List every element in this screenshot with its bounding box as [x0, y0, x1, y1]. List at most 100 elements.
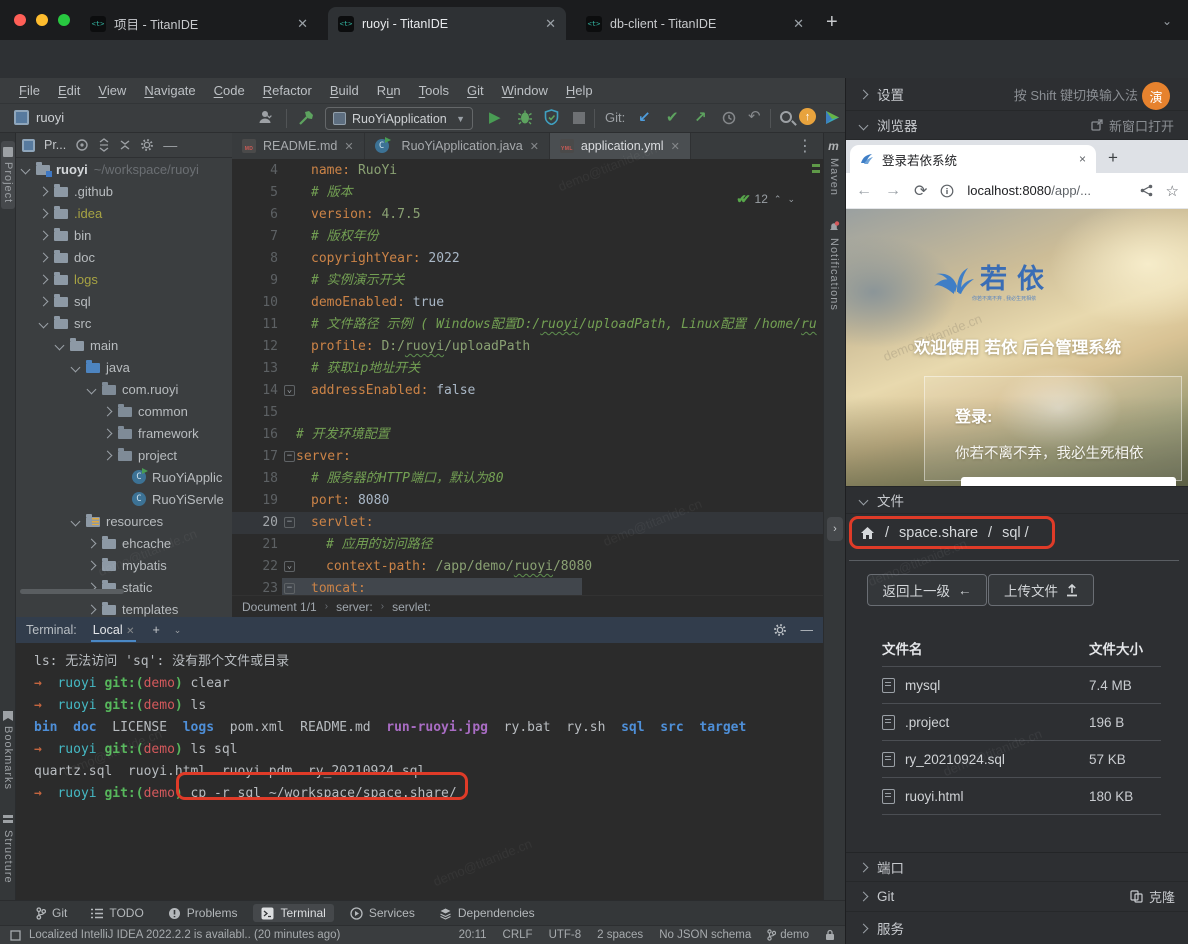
editor-line[interactable]: 4name: RuoYi: [232, 160, 823, 182]
terminal-gear-icon[interactable]: [773, 623, 787, 637]
chevron-right-icon[interactable]: [39, 208, 49, 218]
editor-line[interactable]: 7# 版权年份: [232, 226, 823, 248]
editor-tab[interactable]: CRuoYiApplication.java✕: [365, 133, 550, 159]
close-tab-icon[interactable]: ✕: [297, 16, 308, 32]
run-configuration-select[interactable]: RuoYiApplication ▼: [325, 107, 473, 130]
fold-marker-icon[interactable]: −: [284, 583, 295, 594]
chevron-right-icon[interactable]: [103, 406, 113, 416]
build-hammer-icon[interactable]: [298, 110, 315, 126]
breadcrumb-item[interactable]: Document 1/1: [242, 600, 317, 614]
table-row[interactable]: ry_20210924.sql57 KB: [882, 741, 1161, 778]
menu-run[interactable]: Run: [368, 83, 410, 98]
terminal-tab-local[interactable]: Local ✕: [91, 619, 137, 641]
editor-line[interactable]: 14⌄addressEnabled: false: [232, 380, 823, 402]
editor-line[interactable]: 8copyrightYear: 2022: [232, 248, 823, 270]
breadcrumb-item[interactable]: server:: [336, 600, 373, 614]
login-input-partial[interactable]: [961, 477, 1176, 486]
table-row[interactable]: mysql7.4 MB: [882, 667, 1161, 704]
editor-line[interactable]: 9# 实例演示开关: [232, 270, 823, 292]
tool-window-button-services[interactable]: Services: [342, 904, 423, 922]
mac-minimize-button[interactable]: [36, 14, 48, 26]
chevron-right-icon[interactable]: [103, 428, 113, 438]
stop-icon[interactable]: [573, 112, 585, 124]
editor-line[interactable]: 22⌄context-path: /app/demo/ruoyi/8080: [232, 556, 823, 578]
services-section-header[interactable]: 服务: [846, 912, 1188, 944]
tree-item[interactable]: common: [16, 400, 232, 422]
embedded-new-tab-button[interactable]: +: [1108, 148, 1118, 168]
horizontal-scrollbar[interactable]: [20, 589, 124, 594]
hide-terminal-icon[interactable]: —: [801, 623, 814, 637]
tree-item[interactable]: main: [16, 334, 232, 356]
close-tab-icon[interactable]: ✕: [530, 140, 539, 153]
mac-close-button[interactable]: [14, 14, 26, 26]
expand-all-icon[interactable]: [98, 138, 110, 152]
editor-body[interactable]: ✔✔ 12 ⌃ ⌄ 4name: RuoYi5# 版本6version: 4.7…: [232, 160, 823, 595]
tree-item[interactable]: project: [16, 444, 232, 466]
tool-window-tab-project[interactable]: Project: [1, 141, 15, 209]
search-everywhere-icon[interactable]: [780, 111, 792, 123]
tree-item[interactable]: .github: [16, 180, 232, 202]
ime-badge[interactable]: 演: [1142, 82, 1170, 110]
menu-refactor[interactable]: Refactor: [254, 83, 321, 98]
menu-help[interactable]: Help: [557, 83, 602, 98]
tree-item[interactable]: sql: [16, 290, 232, 312]
tool-window-button-terminal[interactable]: Terminal: [253, 904, 333, 922]
browser-section-header[interactable]: 浏览器 新窗口打开: [846, 111, 1188, 140]
gear-icon[interactable]: [140, 138, 154, 152]
editor-line[interactable]: 15: [232, 402, 823, 424]
editor-line[interactable]: 18# 服务器的HTTP端口，默认为80: [232, 468, 823, 490]
menu-edit[interactable]: Edit: [49, 83, 89, 98]
indent-setting[interactable]: 2 spaces: [597, 929, 643, 941]
user-icon[interactable]: [258, 109, 276, 125]
new-terminal-icon[interactable]: +: [152, 623, 159, 637]
browser-tab[interactable]: <t>项目 - TitanIDE✕: [80, 7, 318, 40]
git-commit-icon[interactable]: ✔: [666, 108, 679, 126]
tree-item[interactable]: java: [16, 356, 232, 378]
tree-item[interactable]: ehcache: [16, 532, 232, 554]
file-encoding[interactable]: UTF-8: [549, 929, 582, 941]
tree-item[interactable]: static: [16, 576, 232, 598]
browser-tab[interactable]: <t>db-client - TitanIDE✕: [576, 7, 814, 40]
share-icon[interactable]: [1140, 184, 1153, 197]
update-available-icon[interactable]: ↑: [799, 108, 816, 125]
tool-window-button-git[interactable]: Git: [28, 904, 75, 922]
reload-icon[interactable]: ⟳: [914, 181, 927, 201]
chevron-down-icon[interactable]: [87, 384, 97, 394]
clone-button[interactable]: 克隆: [1130, 887, 1175, 906]
fold-marker-icon[interactable]: −: [284, 517, 295, 528]
editor-line[interactable]: 13# 获取ip地址开关: [232, 358, 823, 380]
tree-item[interactable]: bin: [16, 224, 232, 246]
debug-bug-icon[interactable]: [517, 109, 533, 126]
project-widget[interactable]: ruoyi: [14, 110, 64, 125]
fold-marker-icon[interactable]: −: [284, 451, 295, 462]
editor-tabs-kebab-icon[interactable]: ⋮: [787, 136, 823, 156]
tool-window-tab-maven[interactable]: mMaven: [828, 139, 840, 196]
tree-item[interactable]: mybatis: [16, 554, 232, 576]
run-icon[interactable]: ▶: [489, 108, 501, 126]
editor-line[interactable]: 16# 开发环境配置: [232, 424, 823, 446]
lock-icon[interactable]: [825, 929, 835, 941]
mac-zoom-button[interactable]: [58, 14, 70, 26]
history-icon[interactable]: [722, 111, 736, 125]
profiler-icon[interactable]: [544, 109, 559, 125]
fold-arrow-icon[interactable]: ⌄: [284, 561, 295, 572]
chevron-right-icon[interactable]: [103, 450, 113, 460]
collapse-all-icon[interactable]: [119, 139, 131, 151]
new-tab-button[interactable]: +: [826, 12, 838, 32]
breadcrumb-item[interactable]: servlet:: [392, 600, 431, 614]
editor-line[interactable]: 6version: 4.7.5: [232, 204, 823, 226]
tree-item[interactable]: com.ruoyi: [16, 378, 232, 400]
menu-tools[interactable]: Tools: [410, 83, 458, 98]
menu-git[interactable]: Git: [458, 83, 493, 98]
forward-icon[interactable]: →: [885, 182, 901, 200]
chevron-right-icon[interactable]: [39, 252, 49, 262]
files-section-header[interactable]: 文件: [846, 486, 1188, 514]
git-push-icon[interactable]: ↗: [694, 108, 707, 126]
go-up-button[interactable]: 返回上一级←: [867, 574, 987, 606]
close-tab-icon[interactable]: ✕: [344, 140, 353, 153]
editor-line[interactable]: 10demoEnabled: true: [232, 292, 823, 314]
chevron-down-icon[interactable]: [39, 318, 49, 328]
chevron-down-icon[interactable]: [21, 164, 31, 174]
tree-item[interactable]: templates: [16, 598, 232, 617]
editor-line[interactable]: 17−server:: [232, 446, 823, 468]
